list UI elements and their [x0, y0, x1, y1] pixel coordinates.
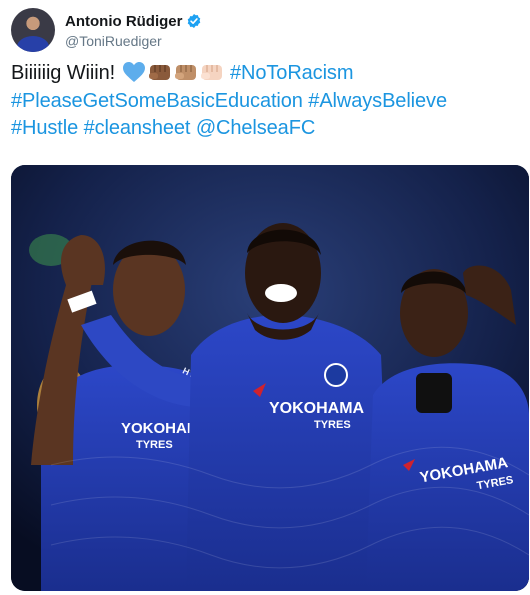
- hashtag-always-believe[interactable]: #AlwaysBelieve: [308, 90, 447, 112]
- blue-heart-icon: [122, 62, 145, 82]
- tweet-photo[interactable]: YOKOHAMA TYRES HYUNDAI YOKOHAMA TYRES: [11, 165, 529, 591]
- players-photo: YOKOHAMA TYRES HYUNDAI YOKOHAMA TYRES: [11, 165, 529, 591]
- avatar[interactable]: [11, 8, 55, 52]
- display-name-row: Antonio Rüdiger: [65, 11, 202, 31]
- sponsor-left-sub: TYRES: [136, 439, 173, 451]
- tweet-text: Biiiiiig Wiiin! #NoToRacism #PleaseGetSo…: [11, 60, 521, 143]
- mention-chelsea-fc[interactable]: @ChelseaFC: [196, 117, 315, 139]
- fist-dark-icon: [148, 65, 170, 80]
- hashtag-please-get-some-basic-education[interactable]: #PleaseGetSomeBasicEducation: [11, 90, 303, 112]
- sponsor-center: YOKOHAMA: [269, 400, 365, 417]
- tweet-header: Antonio Rüdiger @ToniRuediger: [11, 6, 202, 54]
- tweet-card[interactable]: Antonio Rüdiger @ToniRuediger Biiiiiig W…: [0, 0, 530, 595]
- hashtag-no-to-racism[interactable]: #NoToRacism: [230, 62, 353, 84]
- author-names: Antonio Rüdiger @ToniRuediger: [65, 11, 202, 49]
- display-name[interactable]: Antonio Rüdiger: [65, 13, 182, 30]
- fist-light-icon: [200, 65, 222, 80]
- hashtag-cleansheet[interactable]: #cleansheet: [84, 117, 191, 139]
- handle[interactable]: @ToniRuediger: [65, 33, 202, 49]
- fist-medium-icon: [174, 65, 196, 80]
- sponsor-center-sub: TYRES: [314, 419, 351, 431]
- tweet-text-start: Biiiiiig Wiiin!: [11, 62, 121, 84]
- verified-badge-icon: [188, 14, 201, 28]
- hashtag-hustle[interactable]: #Hustle: [11, 117, 78, 139]
